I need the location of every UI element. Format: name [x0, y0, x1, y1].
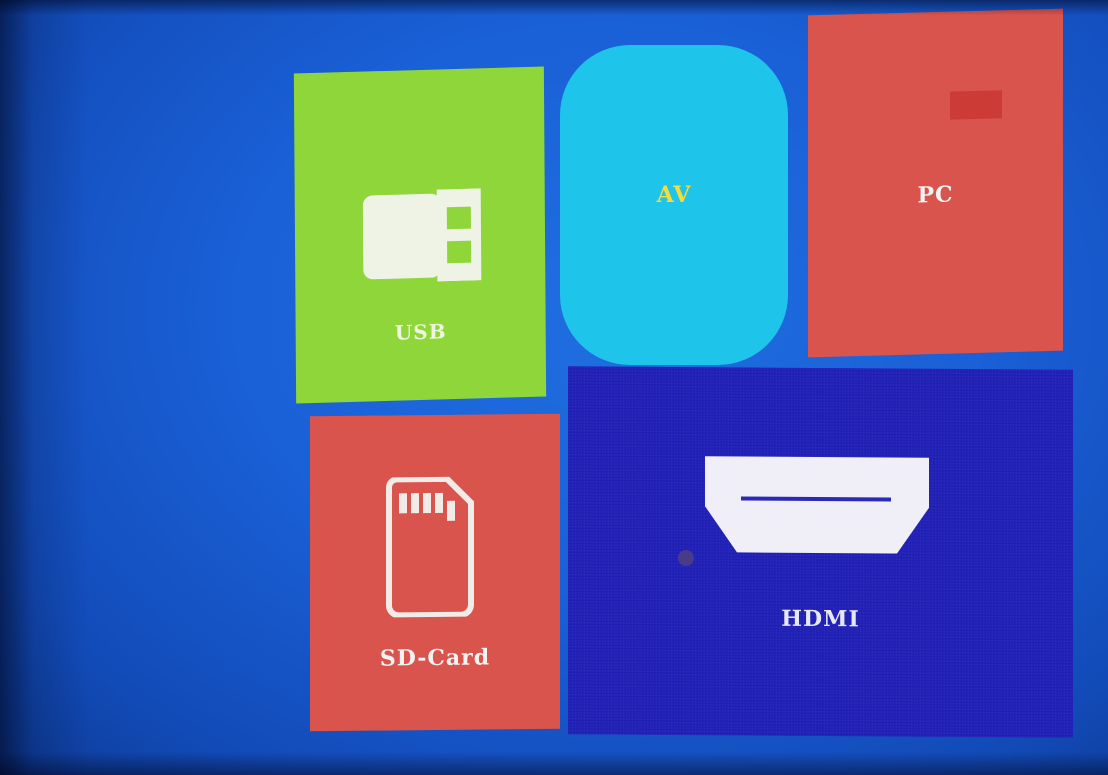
- hdmi-focus-dot: [678, 550, 694, 567]
- sd-card-icon: [385, 475, 477, 623]
- pc-indicator-mark: [950, 90, 1002, 120]
- pc-source-tile[interactable]: PC: [808, 8, 1063, 358]
- pc-label: PC: [917, 181, 954, 209]
- av-label: AV: [656, 182, 692, 208]
- usb-label: USB: [394, 319, 447, 345]
- sd-card-source-tile[interactable]: SD-Card: [310, 413, 560, 732]
- projector-source-menu: USB AV PC SD-Card HDMI: [0, 0, 1108, 775]
- usb-source-tile[interactable]: USB: [293, 66, 547, 404]
- hdmi-label: HDMI: [781, 605, 860, 633]
- hdmi-source-tile[interactable]: HDMI: [568, 366, 1073, 738]
- sd-card-label: SD-Card: [379, 644, 491, 672]
- usb-drive-icon: [362, 188, 484, 288]
- av-source-tile[interactable]: AV: [560, 45, 788, 365]
- hdmi-port-icon: [701, 452, 933, 565]
